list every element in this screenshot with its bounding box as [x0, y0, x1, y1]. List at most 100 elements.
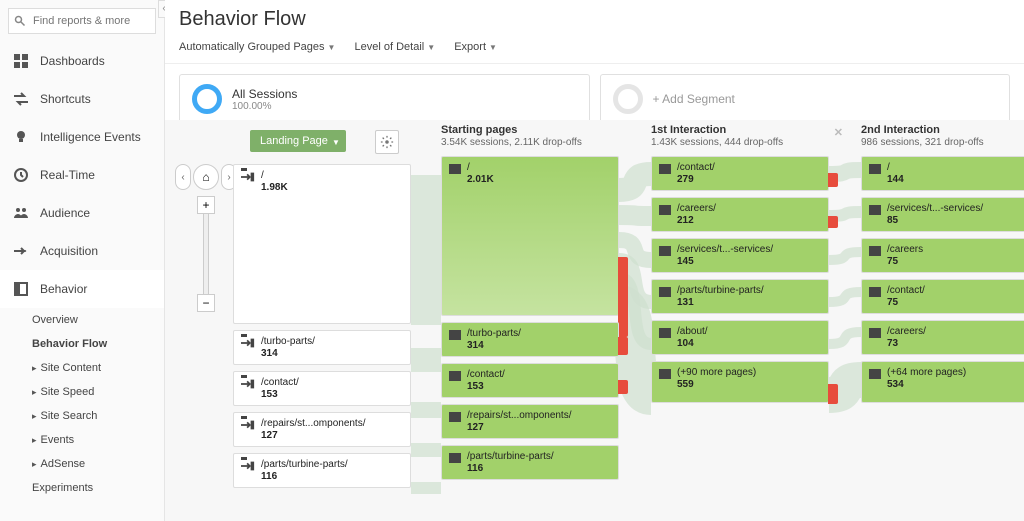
acquisition-icon [12, 242, 30, 260]
segment-add[interactable]: + Add Segment [600, 74, 1011, 124]
subnav-behavior-flow[interactable]: Behavior Flow [32, 332, 164, 356]
search-input[interactable] [8, 8, 156, 34]
flow-node[interactable]: /careers75 [861, 238, 1024, 273]
flow-node[interactable]: /repairs/st...omponents/127 [441, 404, 619, 439]
subnav-adsense[interactable]: ▸AdSense [32, 452, 164, 476]
subnav-events[interactable]: ▸Events [32, 428, 164, 452]
flow-node[interactable]: /about/104 [651, 320, 829, 355]
flow-col-first: 1st Interaction✕1.43K sessions, 444 drop… [651, 124, 829, 409]
flow-node[interactable]: /contact/153 [441, 363, 619, 398]
nav-label: Dashboards [40, 54, 105, 68]
entry-icon [241, 461, 255, 471]
nav-audience[interactable]: Audience [0, 194, 164, 232]
entry-icon [241, 379, 255, 389]
flow-node[interactable]: /contact/153 [233, 371, 411, 406]
flow-node[interactable]: /144 [861, 156, 1024, 191]
page-icon [449, 371, 461, 381]
col-title: 2nd Interaction✕986 sessions, 321 drop-o… [861, 124, 1024, 148]
col-title: Starting pages3.54K sessions, 2.11K drop… [441, 124, 619, 148]
page-icon [869, 246, 881, 256]
nav-label: Shortcuts [40, 92, 91, 106]
page-icon [449, 453, 461, 463]
nav-label: Acquisition [40, 244, 98, 258]
flow-col-starting: Starting pages3.54K sessions, 2.11K drop… [441, 124, 619, 486]
subnav-site-search[interactable]: ▸Site Search [32, 404, 164, 428]
nav-realtime[interactable]: Real-Time [0, 156, 164, 194]
nav-behavior[interactable]: Behavior [0, 270, 164, 308]
page-icon [869, 369, 881, 379]
subnav-overview[interactable]: Overview [32, 308, 164, 332]
dimension-settings[interactable] [375, 130, 399, 154]
flow-node[interactable]: /1.98K [233, 164, 411, 324]
page-icon [449, 330, 461, 340]
flow-node[interactable]: /careers/212 [651, 197, 829, 232]
flow-col-second: 2nd Interaction✕986 sessions, 321 drop-o… [861, 124, 1024, 409]
tb-detail[interactable]: Level of Detail▼ [355, 41, 436, 53]
flow-prev[interactable]: ‹ [175, 164, 191, 190]
dropoff-bar [618, 257, 628, 337]
tb-export[interactable]: Export▼ [454, 41, 497, 53]
flow-node[interactable]: /services/t...-services/85 [861, 197, 1024, 232]
segment-pct: 100.00% [232, 101, 297, 112]
flow-node[interactable]: /contact/75 [861, 279, 1024, 314]
segment-empty-icon [613, 84, 643, 114]
flow-node[interactable]: /2.01K [441, 156, 619, 316]
segment-label: All Sessions [232, 87, 297, 101]
dropoff-bar [828, 173, 838, 187]
page-icon [659, 164, 671, 174]
bulb-icon [12, 128, 30, 146]
search-icon [14, 14, 26, 26]
page-icon [659, 287, 671, 297]
flow-node[interactable]: /turbo-parts/314 [441, 322, 619, 357]
flow-node[interactable]: /contact/279 [651, 156, 829, 191]
zoom-slider[interactable] [203, 214, 209, 294]
page-icon [869, 328, 881, 338]
nav-label: Intelligence Events [40, 130, 141, 144]
toolbar: Automatically Grouped Pages▼ Level of De… [165, 37, 1024, 64]
page-icon [659, 328, 671, 338]
clock-icon [12, 166, 30, 184]
nav-intelligence[interactable]: Intelligence Events [0, 118, 164, 156]
flow-node[interactable]: /services/t...-services/145 [651, 238, 829, 273]
dropoff-bar [618, 337, 628, 355]
flow-node[interactable]: /parts/turbine-parts/116 [441, 445, 619, 480]
nav-label: Audience [40, 206, 90, 220]
subnav-site-speed[interactable]: ▸Site Speed [32, 380, 164, 404]
col-title: 1st Interaction✕1.43K sessions, 444 drop… [651, 124, 829, 148]
page-icon [449, 412, 461, 422]
zoom-in[interactable]: + [197, 196, 215, 214]
subnav-site-content[interactable]: ▸Site Content [32, 356, 164, 380]
entry-icon [241, 172, 255, 182]
col-remove-icon[interactable]: ✕ [834, 126, 843, 139]
flow-node-more[interactable]: (+64 more pages)534 [861, 361, 1024, 403]
nav-acquisition[interactable]: Acquisition [0, 232, 164, 270]
shortcuts-icon [12, 90, 30, 108]
tb-grouped[interactable]: Automatically Grouped Pages▼ [179, 41, 335, 53]
segment-all-sessions[interactable]: All Sessions 100.00% [179, 74, 590, 124]
nav-dashboards[interactable]: Dashboards [0, 42, 164, 80]
page-icon [659, 246, 671, 256]
subnav-experiments[interactable]: Experiments [32, 476, 164, 500]
flow-node[interactable]: /parts/turbine-parts/116 [233, 453, 411, 488]
nav-label: Real-Time [40, 168, 95, 182]
zoom-out[interactable]: − [197, 294, 215, 312]
flow-home[interactable]: ⌂ [193, 164, 219, 190]
page-icon [869, 287, 881, 297]
entry-icon [241, 338, 255, 348]
sidebar: ‹ Dashboards Shortcuts Intelligence Even… [0, 0, 165, 521]
nav-shortcuts[interactable]: Shortcuts [0, 80, 164, 118]
flow-node[interactable]: /parts/turbine-parts/131 [651, 279, 829, 314]
page-title: Behavior Flow [165, 0, 1024, 37]
flow-node-more[interactable]: (+90 more pages)559 [651, 361, 829, 403]
flow-controls: ‹ ⌂ › + − [175, 164, 237, 312]
flow-node[interactable]: /repairs/st...omponents/127 [233, 412, 411, 447]
flow-node[interactable]: /turbo-parts/314 [233, 330, 411, 365]
nav-label: Behavior [40, 282, 87, 296]
behavior-icon [12, 280, 30, 298]
audience-icon [12, 204, 30, 222]
flow-node[interactable]: /careers/73 [861, 320, 1024, 355]
flow-col-landing: /1.98K /turbo-parts/314 /contact/153 /re… [233, 164, 411, 494]
dimension-selector[interactable]: Landing Page▼ [250, 130, 346, 152]
page-icon [659, 205, 671, 215]
dropoff-bar [828, 216, 838, 228]
